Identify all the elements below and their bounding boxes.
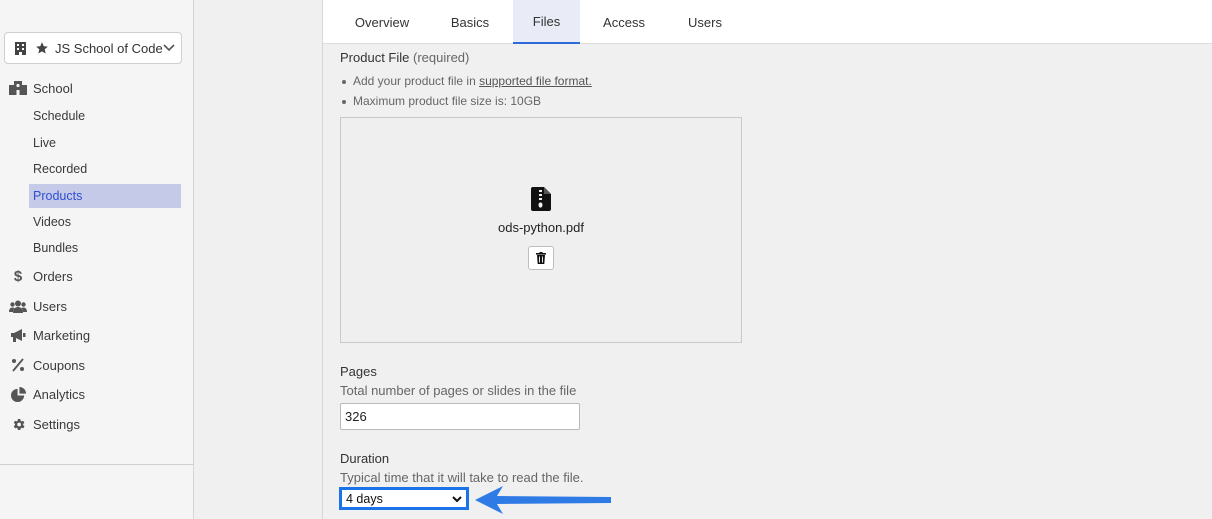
sidebar-item-label: Bundles xyxy=(33,241,79,255)
sidebar-item-label: Analytics xyxy=(33,386,86,402)
trash-icon xyxy=(536,252,546,264)
tab-users[interactable]: Users xyxy=(673,0,737,44)
sidebar-item-users[interactable]: Users xyxy=(0,293,194,319)
sidebar-item-schedule[interactable]: Schedule xyxy=(29,104,181,128)
school-selector[interactable]: JS School of Code xyxy=(4,32,182,64)
pointer-arrow-icon xyxy=(475,486,611,514)
sidebar-item-label: Orders xyxy=(33,268,73,284)
sidebar-item-label: School xyxy=(33,80,73,96)
dollar-icon: $ xyxy=(9,268,27,284)
percent-icon xyxy=(9,357,27,373)
zip-file-icon xyxy=(531,187,551,211)
chevron-down-icon xyxy=(452,496,462,503)
pages-help: Total number of pages or slides in the f… xyxy=(340,383,577,398)
sidebar-item-label: Recorded xyxy=(33,162,88,176)
supported-format-link[interactable]: supported file format. xyxy=(479,74,592,88)
sidebar-item-label: Videos xyxy=(33,215,71,229)
tab-bar: Overview Basics Files Access Users xyxy=(323,0,1212,44)
product-file-heading: Product File (required) xyxy=(340,50,469,65)
uploaded-file-name: ods-python.pdf xyxy=(497,220,584,235)
sidebar-item-coupons[interactable]: Coupons xyxy=(0,352,194,378)
chevron-down-icon xyxy=(163,41,175,55)
sidebar-item-marketing[interactable]: Marketing xyxy=(0,322,194,348)
duration-select[interactable]: 4 days xyxy=(339,487,469,510)
sidebar-item-products[interactable]: Products xyxy=(29,184,181,208)
pages-label: Pages xyxy=(340,364,377,379)
sidebar-item-bundles[interactable]: Bundles xyxy=(29,236,181,260)
users-icon xyxy=(9,298,27,314)
sidebar: JS School of Code School Schedule Live R… xyxy=(0,0,194,519)
product-file-title: Product File xyxy=(340,50,410,65)
format-hint: Add your product file in supported file … xyxy=(342,74,592,88)
sidebar-item-recorded[interactable]: Recorded xyxy=(29,157,181,181)
tab-access[interactable]: Access xyxy=(589,0,659,44)
sidebar-divider xyxy=(0,464,194,465)
required-label: (required) xyxy=(413,50,470,65)
sidebar-item-label: Live xyxy=(33,136,56,150)
sidebar-item-label: Products xyxy=(33,189,83,203)
svg-text:$: $ xyxy=(14,268,23,284)
sidebar-item-settings[interactable]: Settings xyxy=(0,411,194,437)
sidebar-item-label: Settings xyxy=(33,416,80,432)
school-name: JS School of Code xyxy=(55,40,163,56)
building-icon xyxy=(15,41,27,55)
sidebar-item-label: Marketing xyxy=(33,327,91,343)
main-panel: Overview Basics Files Access Users Produ… xyxy=(322,0,1212,519)
tab-files[interactable]: Files xyxy=(513,0,580,44)
duration-label: Duration xyxy=(340,451,390,466)
school-icon xyxy=(9,80,27,96)
sidebar-item-orders[interactable]: $ Orders xyxy=(0,263,194,289)
sidebar-item-videos[interactable]: Videos xyxy=(29,210,181,234)
sidebar-item-label: Users xyxy=(33,298,67,314)
duration-selected-value: 4 days xyxy=(346,491,383,506)
sidebar-item-analytics[interactable]: Analytics xyxy=(0,381,194,407)
megaphone-icon xyxy=(9,327,27,343)
gear-icon xyxy=(9,416,27,432)
content-gutter xyxy=(194,0,322,519)
star-icon xyxy=(35,41,49,55)
sidebar-item-label: Coupons xyxy=(33,357,86,373)
pages-input[interactable]: 326 xyxy=(340,403,580,430)
sidebar-item-label: Schedule xyxy=(33,109,86,123)
format-hint-text: Add your product file in xyxy=(353,74,480,88)
size-hint: Maximum product file size is: 10GB xyxy=(341,94,542,108)
tab-overview[interactable]: Overview xyxy=(343,0,421,44)
sidebar-item-live[interactable]: Live xyxy=(29,131,181,155)
pie-chart-icon xyxy=(9,386,27,402)
file-dropzone[interactable]: ods-python.pdf xyxy=(340,117,742,343)
tab-basics[interactable]: Basics xyxy=(433,0,507,44)
delete-file-button[interactable] xyxy=(528,246,554,270)
duration-help: Typical time that it will take to read t… xyxy=(340,470,584,485)
sidebar-item-school[interactable]: School xyxy=(0,75,194,101)
